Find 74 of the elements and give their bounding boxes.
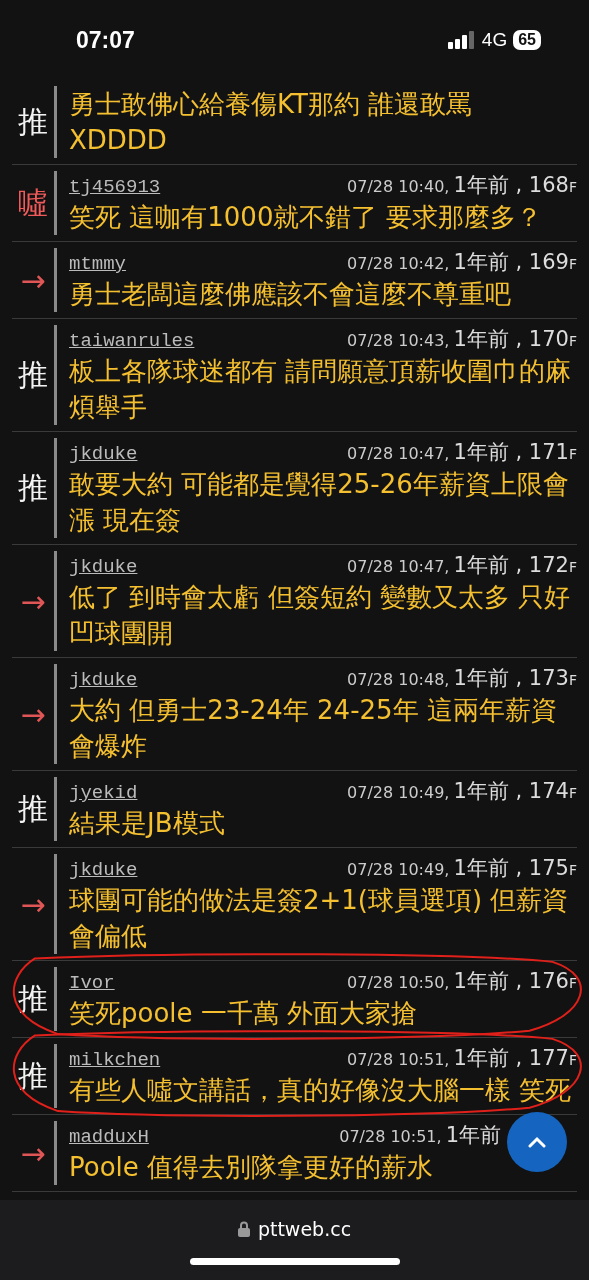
comment-tag: 推 bbox=[12, 1044, 54, 1108]
comment-text: 板上各隊球迷都有 請問願意頂薪收圍巾的麻煩舉手 bbox=[69, 355, 573, 424]
signal-icon bbox=[447, 31, 476, 49]
lock-icon bbox=[237, 1221, 250, 1237]
floor-mark: F bbox=[568, 672, 577, 688]
floor-mark: F bbox=[568, 1052, 577, 1068]
comment-age: 1年前 bbox=[445, 1122, 501, 1149]
floor-mark: F bbox=[568, 179, 577, 195]
comment-age: 1年前 , 176 bbox=[453, 968, 569, 995]
comment-text: 結果是JB模式 bbox=[69, 807, 226, 840]
comment-text: 敢要大約 可能都是覺得25-26年薪資上限會漲 現在簽 bbox=[69, 468, 570, 537]
battery-level: 65 bbox=[513, 30, 541, 50]
comment-text: 笑死poole 一千萬 外面大家搶 bbox=[69, 997, 419, 1030]
comment-age: 1年前 , 173 bbox=[453, 665, 569, 692]
status-time: 07:07 bbox=[76, 26, 135, 54]
comment-time: 07/28 10:48, bbox=[347, 670, 450, 689]
username-link[interactable]: madduxH bbox=[69, 1126, 149, 1148]
comment-time: 07/28 10:50, bbox=[347, 973, 450, 992]
comment-tag: 推 bbox=[12, 967, 54, 1031]
comment-time: 07/28 10:47, bbox=[347, 557, 450, 576]
comment-age: 1年前 , 175 bbox=[453, 855, 569, 882]
comment-tag: → bbox=[12, 551, 54, 651]
comment-text: Poole 值得去別隊拿更好的薪水 bbox=[69, 1151, 435, 1184]
comment-tag: → bbox=[12, 664, 54, 764]
username-link[interactable]: jyekid bbox=[69, 782, 138, 804]
comment-tag: → bbox=[12, 248, 54, 312]
address-url[interactable]: pttweb.cc bbox=[257, 1218, 352, 1240]
comment-text: 笑死 這咖有1000就不錯了 要求那麼多？ bbox=[69, 201, 543, 234]
comment-time: 07/28 10:51, bbox=[339, 1127, 442, 1146]
comment-age: 1年前 , 169 bbox=[453, 249, 569, 276]
network-label: 4G bbox=[481, 29, 508, 51]
floor-mark: F bbox=[568, 446, 577, 462]
comment-text: 勇士老闆這麼佛應該不會這麼不尊重吧 bbox=[69, 278, 512, 311]
scroll-top-button[interactable] bbox=[507, 1112, 567, 1172]
comment-age: 1年前 , 174 bbox=[453, 778, 569, 805]
comment-tag: → bbox=[12, 854, 54, 954]
username-link[interactable]: jkduke bbox=[69, 556, 138, 578]
username-link[interactable]: jkduke bbox=[69, 669, 138, 691]
username-link[interactable]: jkduke bbox=[69, 859, 138, 881]
username-link[interactable]: tj456913 bbox=[69, 176, 161, 198]
username-link[interactable]: mtmmy bbox=[69, 253, 126, 275]
comment-tag: 噓 bbox=[12, 171, 54, 235]
comment-time: 07/28 10:42, bbox=[347, 254, 450, 273]
comment-time: 07/28 10:49, bbox=[347, 860, 450, 879]
username-link[interactable]: taiwanrules bbox=[69, 330, 195, 352]
floor-mark: F bbox=[568, 256, 577, 272]
username-link[interactable]: milkchen bbox=[69, 1049, 161, 1071]
comment-age: 1年前 , 171 bbox=[453, 439, 569, 466]
comment-tag: 推 bbox=[12, 438, 54, 538]
comment-text: 球團可能的做法是簽2+1(球員選項) 但薪資會偏低 bbox=[69, 884, 570, 953]
comment-time: 07/28 10:51, bbox=[347, 1050, 450, 1069]
comment-tag: 推 bbox=[12, 86, 54, 158]
chevron-up-icon bbox=[527, 1136, 547, 1148]
floor-mark: F bbox=[568, 333, 577, 349]
comment-tag: → bbox=[12, 1121, 54, 1185]
username-link[interactable]: Ivor bbox=[69, 972, 115, 994]
floor-mark: F bbox=[568, 975, 577, 991]
comment-time: 07/28 10:47, bbox=[347, 444, 450, 463]
comment-tag: 推 bbox=[12, 777, 54, 841]
comment-age: 1年前 , 177 bbox=[453, 1045, 569, 1072]
floor-mark: F bbox=[568, 862, 577, 878]
comment-time: 07/28 10:43, bbox=[347, 331, 450, 350]
comment-age: 1年前 , 170 bbox=[453, 326, 569, 353]
floor-mark: F bbox=[568, 785, 577, 801]
comment-text: 低了 到時會太虧 但簽短約 變數又太多 只好凹球團開 bbox=[69, 581, 572, 650]
comment-text: 勇士敢佛心給養傷KT那約 誰還敢罵 XDDDD bbox=[69, 88, 474, 157]
comment-age: 1年前 , 168 bbox=[453, 172, 569, 199]
comment-time: 07/28 10:40, bbox=[347, 177, 450, 196]
username-link[interactable]: jkduke bbox=[69, 443, 138, 465]
floor-mark: F bbox=[568, 559, 577, 575]
comment-text: 大約 但勇士23-24年 24-25年 這兩年薪資會爆炸 bbox=[69, 694, 558, 763]
comment-tag: 推 bbox=[12, 325, 54, 425]
comment-age: 1年前 , 172 bbox=[453, 552, 569, 579]
comment-time: 07/28 10:49, bbox=[347, 783, 450, 802]
